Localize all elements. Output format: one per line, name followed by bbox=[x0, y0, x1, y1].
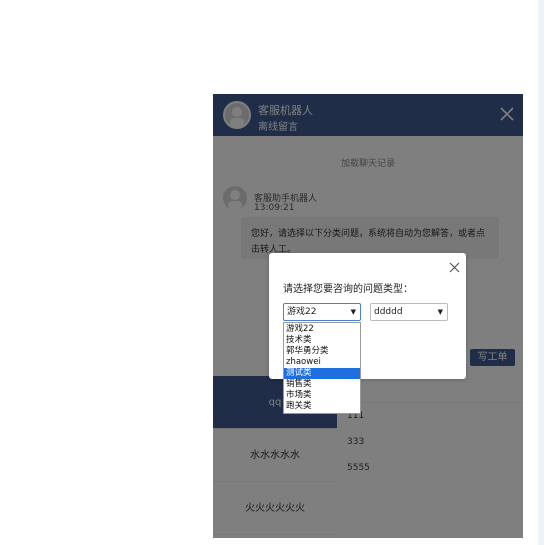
dropdown-option[interactable]: 技术类 bbox=[284, 335, 360, 346]
subcategory-select-value: ddddd bbox=[374, 307, 403, 317]
dropdown-option[interactable]: 销售类 bbox=[284, 379, 360, 390]
subcategory-select[interactable]: ddddd ▼ bbox=[370, 303, 448, 321]
dropdown-option[interactable]: 郭华勇分类 bbox=[284, 346, 360, 357]
category-select-value: 游戏22 bbox=[287, 307, 317, 317]
caret-down-icon: ▼ bbox=[437, 308, 443, 316]
close-icon[interactable] bbox=[449, 258, 460, 273]
dropdown-option[interactable]: zhaowei bbox=[284, 357, 360, 368]
dropdown-option[interactable]: 游戏22 bbox=[284, 324, 360, 335]
dropdown-option[interactable]: 跑关类 bbox=[284, 401, 360, 412]
dialog-question: 请选择您要咨询的问题类型： bbox=[283, 284, 413, 295]
page-right-edge bbox=[538, 0, 544, 545]
dropdown-option-highlighted[interactable]: 测试类 bbox=[284, 368, 360, 379]
dropdown-option[interactable]: 市场类 bbox=[284, 390, 360, 401]
category-select[interactable]: 游戏22 ▼ bbox=[283, 303, 361, 321]
caret-down-icon: ▼ bbox=[350, 308, 356, 316]
category-dropdown-list: 游戏22 技术类 郭华勇分类 zhaowei 测试类 销售类 市场类 跑关类 bbox=[283, 322, 361, 414]
